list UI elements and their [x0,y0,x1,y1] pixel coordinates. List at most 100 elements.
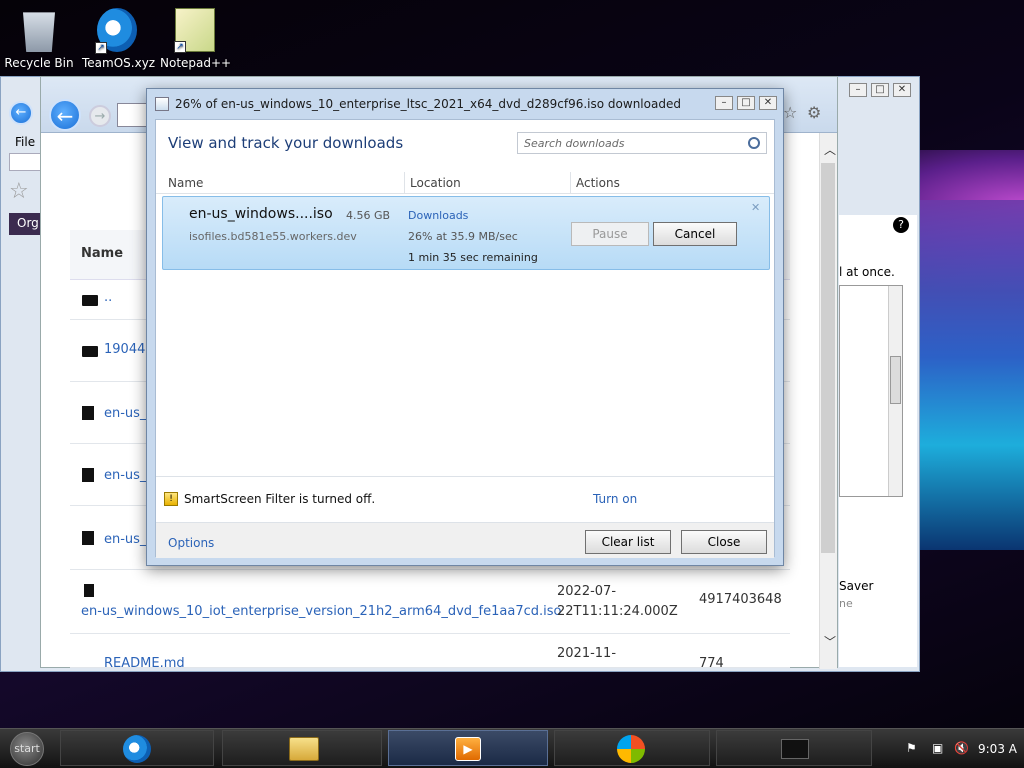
start-button[interactable]: start [10,732,44,766]
search-icon[interactable] [748,137,760,149]
windows-logo-icon [617,735,645,763]
turn-on-link[interactable]: Turn on [593,492,637,506]
maximize-button[interactable]: □ [737,96,755,110]
download-manager-window[interactable]: 26% of en-us_windows_10_enterprise_ltsc_… [146,88,784,566]
window-controls: – □ ✕ [715,96,777,110]
flag-icon[interactable]: ⚑ [906,741,917,755]
row-link[interactable]: .. [104,290,112,305]
shortcut-arrow-icon: ↗ [95,42,107,54]
maximize-button[interactable]: □ [871,83,889,97]
dialog-footer: Options Clear list Close [156,522,774,558]
close-button[interactable]: Close [681,530,767,554]
remove-item-icon[interactable]: ✕ [751,201,760,214]
desktop-icon-label: TeamOS.xyz [82,56,156,70]
right-pane: ? l at once. Saver ne [839,215,917,667]
back-button[interactable]: ← [9,101,37,129]
column-name[interactable]: Name [81,246,123,261]
download-filename: en-us_windows....iso [189,206,333,222]
description-text: l at once. [839,265,895,279]
desktop-icon-label: Recycle Bin [4,56,74,70]
folder-icon [82,345,98,357]
download-window-title: 26% of en-us_windows_10_enterprise_ltsc_… [175,97,681,111]
scrollbar[interactable] [888,286,902,496]
desktop-icon-recycle-bin[interactable]: Recycle Bin [4,8,74,70]
taskbar-media-player[interactable]: ▶ [388,730,548,766]
favorites-star-icon[interactable]: ☆ [783,103,797,122]
window-controls: – □ ✕ [849,83,911,97]
clear-list-button[interactable]: Clear list [585,530,671,554]
network-icon[interactable]: ▣ [932,741,943,755]
column-actions[interactable]: Actions [576,176,620,190]
column-separator [570,172,571,194]
page-scrollbar[interactable]: ︿ ﹀ [819,133,837,669]
smartscreen-status: SmartScreen Filter is turned off. [184,492,376,506]
organize-button[interactable]: Org [9,213,41,235]
monitor-icon [781,739,809,759]
scrollbar-thumb[interactable] [821,163,835,553]
back-arrow-icon: ← [9,101,33,125]
media-player-icon: ▶ [455,737,481,761]
file-icon [82,530,94,545]
desktop-icon-label: Notepad++ [160,56,232,70]
download-location-link[interactable]: Downloads [408,209,468,222]
row-link[interactable]: README.md [104,656,185,667]
internet-explorer-icon [123,735,151,763]
row-date: 2021-11- [557,646,617,661]
scroll-up-icon[interactable]: ︿ [824,141,836,158]
column-location[interactable]: Location [410,176,461,190]
minimize-button[interactable]: – [849,83,867,97]
desktop-icon-notepadpp[interactable]: ↗ Notepad++ [160,8,232,70]
screensaver-sub: ne [839,597,853,610]
help-icon[interactable]: ? [893,217,909,233]
browser-forward-button[interactable]: → [89,105,111,127]
row-link[interactable]: 19044 [104,342,145,357]
taskbar-monitor[interactable] [716,730,872,766]
internet-explorer-icon: ↗ [95,8,137,54]
download-source: isofiles.bd581e55.workers.dev [189,230,357,243]
scroll-down-icon[interactable]: ﹀ [824,633,836,650]
options-link[interactable]: Options [168,536,214,550]
taskbar-windows-update[interactable] [554,730,710,766]
smartscreen-bar: ! SmartScreen Filter is turned off. Turn… [156,476,774,522]
close-window-button[interactable]: ✕ [759,96,777,110]
shortcut-arrow-icon: ↗ [174,41,186,53]
row-link[interactable]: en-us_windows_10_iot_enterprise_version_… [81,604,561,619]
download-client-area: View and track your downloads Search dow… [155,119,775,558]
download-heading: View and track your downloads [168,134,404,152]
taskbar-file-explorer[interactable] [222,730,382,766]
close-button[interactable]: ✕ [893,83,911,97]
row-size: 774 [699,656,724,668]
download-size: 4.56 GB [346,209,391,222]
table-row[interactable]: README.md 2021-11- 774 [70,634,790,668]
clock[interactable]: 9:03 A [978,742,1017,756]
shield-warning-icon: ! [164,492,178,506]
list-box[interactable] [839,285,903,497]
download-item[interactable]: en-us_windows....iso 4.56 GB isofiles.bd… [162,196,770,270]
table-row[interactable]: en-us_windows_10_iot_enterprise_version_… [70,570,790,634]
column-name[interactable]: Name [168,176,203,190]
scrollbar-thumb[interactable] [890,356,901,404]
pause-button[interactable]: Pause [571,222,649,246]
download-remaining: 1 min 35 sec remaining [408,251,538,264]
file-icon [82,467,94,482]
screensaver-label[interactable]: Saver [839,579,873,593]
search-downloads-input[interactable]: Search downloads [517,132,767,154]
browser-back-button[interactable]: ← [49,99,81,131]
cancel-button[interactable]: Cancel [653,222,737,246]
volume-muted-icon[interactable]: 🔇 [954,741,969,755]
notepad-plus-plus-icon: ↗ [174,8,215,53]
address-bar[interactable] [117,103,147,127]
minimize-button[interactable]: – [715,96,733,110]
tab-stub[interactable] [9,153,41,171]
gear-icon[interactable]: ⚙ [807,103,821,122]
desktop-icon-teamos[interactable]: ↗ TeamOS.xyz [82,8,156,70]
folder-icon [82,294,98,306]
menu-file[interactable]: File [15,135,35,149]
taskbar-internet-explorer[interactable] [60,730,214,766]
file-icon [82,405,94,420]
favorites-star-icon[interactable]: ☆ [9,179,29,204]
folder-icon [289,737,319,761]
row-size: 4917403648 [699,592,782,607]
column-separator [404,172,405,194]
download-progress-text: 26% at 35.9 MB/sec [408,230,518,243]
